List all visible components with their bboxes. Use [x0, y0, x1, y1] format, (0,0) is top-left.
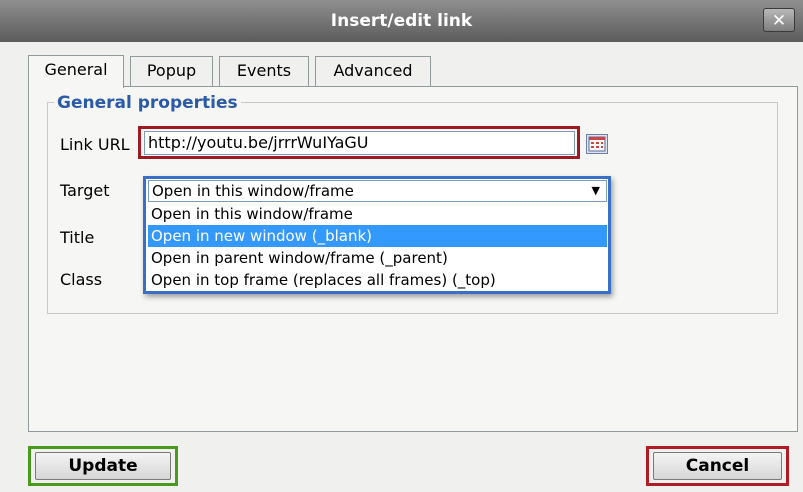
tab-popup-label: Popup [146, 61, 197, 80]
chevron-down-icon[interactable]: ▼ [592, 181, 600, 201]
title-label: Title [60, 228, 95, 247]
target-option-top[interactable]: Open in top frame (replaces all frames) … [148, 269, 607, 291]
target-option-blank[interactable]: Open in new window (_blank) [148, 225, 607, 247]
dialog-title: Insert/edit link [330, 11, 473, 31]
tab-advanced-label: Advanced [333, 61, 413, 80]
target-option-parent[interactable]: Open in parent window/frame (_parent) [148, 247, 607, 269]
target-selected-value: Open in this window/frame [152, 182, 354, 200]
tab-general-label: General [44, 60, 108, 79]
insert-edit-link-dialog: Insert/edit link ✕ General Popup Events … [0, 0, 803, 492]
general-properties-legend: General properties [54, 93, 241, 113]
link-url-label: Link URL [60, 135, 130, 154]
target-option-self[interactable]: Open in this window/frame [148, 203, 607, 225]
update-button[interactable]: Update [35, 452, 171, 480]
update-button-label: Update [68, 456, 138, 476]
cancel-button-label: Cancel [685, 456, 750, 476]
close-button[interactable]: ✕ [763, 8, 795, 32]
tab-general[interactable]: General [28, 55, 124, 88]
tab-advanced[interactable]: Advanced [315, 56, 431, 86]
tab-events[interactable]: Events [219, 56, 309, 86]
tab-events-label: Events [236, 61, 292, 80]
calendar-browse-icon[interactable] [586, 134, 608, 154]
close-icon: ✕ [771, 11, 787, 31]
target-option-list: Open in this window/frame Open in new wi… [148, 203, 607, 291]
target-select[interactable]: Open in this window/frame ▼ [148, 180, 607, 202]
cancel-button[interactable]: Cancel [653, 452, 782, 480]
class-label: Class [60, 270, 103, 289]
target-label: Target [60, 181, 110, 200]
link-url-input[interactable]: http://youtu.be/jrrrWuIYaGU [144, 131, 575, 155]
tab-popup[interactable]: Popup [130, 56, 213, 86]
